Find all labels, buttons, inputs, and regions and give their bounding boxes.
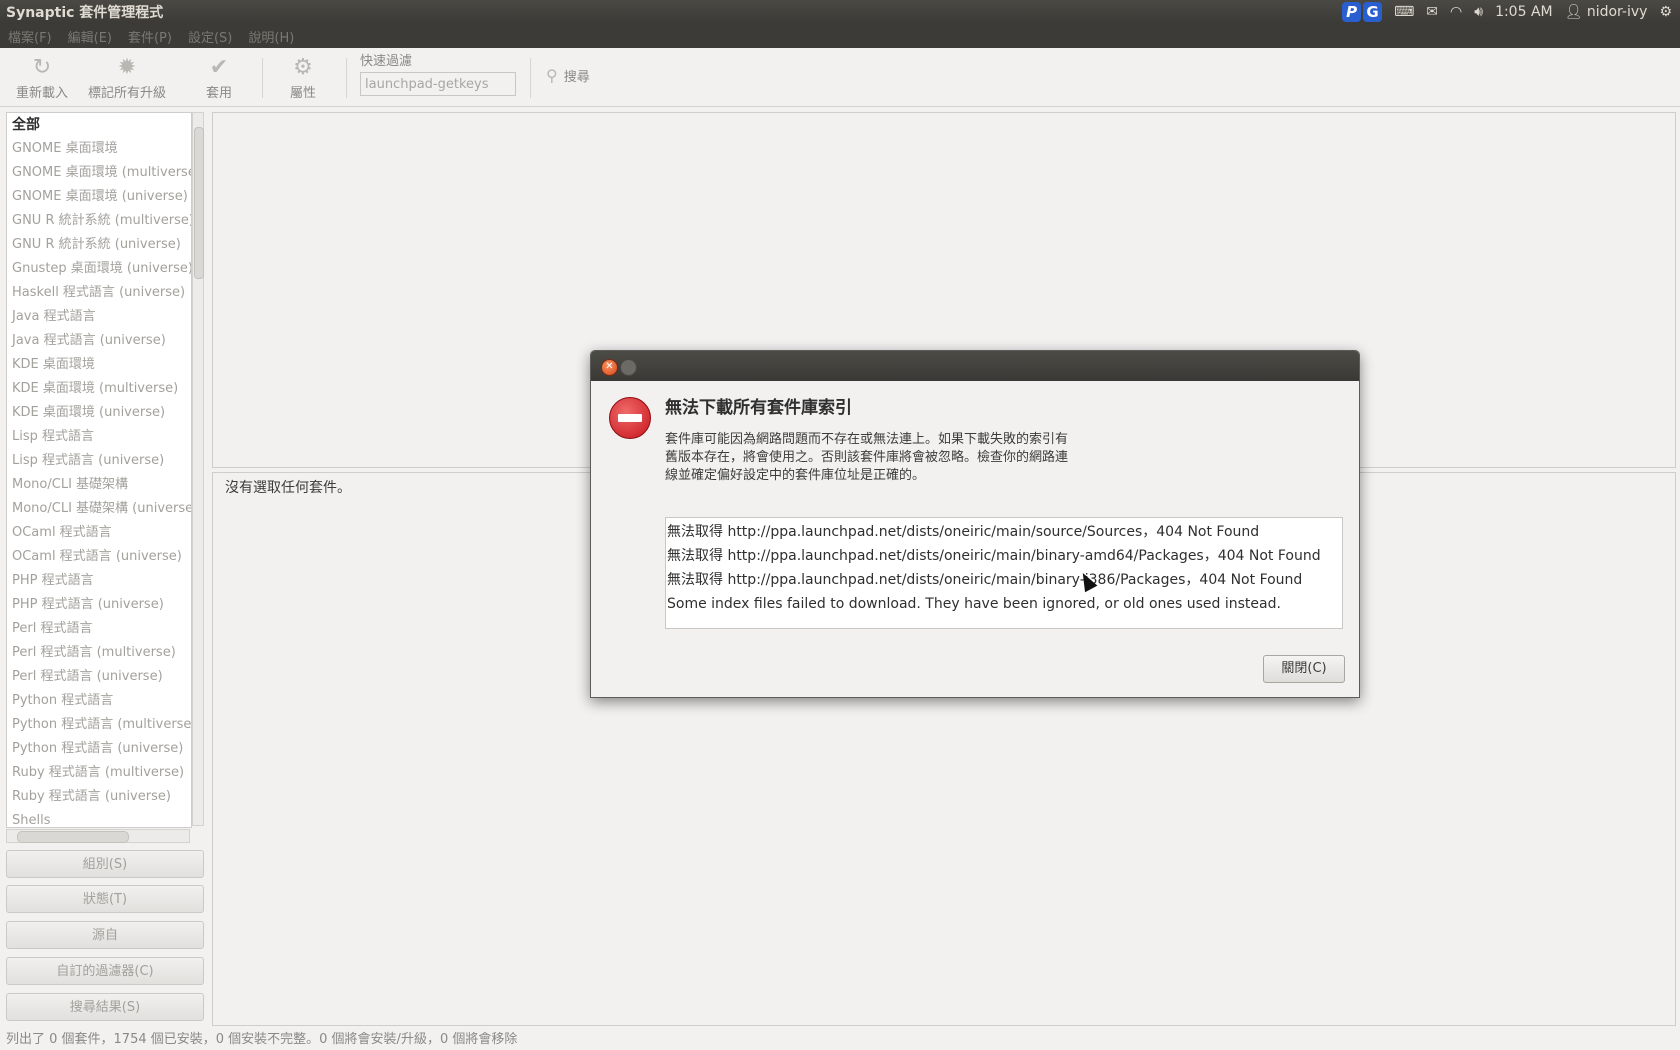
- category-item[interactable]: KDE 桌面環境 (universe): [7, 401, 191, 425]
- category-item[interactable]: Haskell 程式語言 (universe): [7, 281, 191, 305]
- menubar: 檔案(F) 編輯(E) 套件(P) 設定(S) 說明(H): [0, 24, 1680, 48]
- category-item[interactable]: OCaml 程式語言 (universe): [7, 545, 191, 569]
- indicator-p-icon[interactable]: P: [1342, 2, 1362, 22]
- apply-button[interactable]: ✔ 套用: [206, 54, 232, 101]
- indicator-g-icon[interactable]: G: [1363, 2, 1383, 22]
- search-button[interactable]: ⚲ 搜尋: [546, 66, 590, 85]
- window-close-icon[interactable]: ✕: [601, 359, 618, 376]
- properties-label: 屬性: [290, 86, 317, 101]
- category-list[interactable]: 全部 GNOME 桌面環境 GNOME 桌面環境 (multiverse) GNOME…: [6, 112, 192, 828]
- gear-icon[interactable]: ⚙: [1659, 4, 1672, 20]
- error-icon: [609, 397, 651, 439]
- category-item-all[interactable]: 全部: [7, 113, 191, 137]
- search-icon: ⚲: [546, 66, 558, 85]
- error-details-box[interactable]: 無法取得 http://ppa.launchpad.net/dists/onei…: [665, 517, 1343, 629]
- error-detail-line: 無法取得 http://ppa.launchpad.net/dists/onei…: [667, 548, 1321, 564]
- category-item[interactable]: GNOME 桌面環境 (universe): [7, 185, 191, 209]
- category-item[interactable]: PHP 程式語言: [7, 569, 191, 593]
- category-item[interactable]: Ruby 程式語言 (universe): [7, 785, 191, 809]
- dialog-titlebar[interactable]: ✕: [591, 351, 1359, 381]
- category-item[interactable]: Mono/CLI 基礎架構 (universe): [7, 497, 191, 521]
- wifi-icon[interactable]: ◠: [1450, 4, 1462, 20]
- error-dialog: ✕ 無法下載所有套件庫索引 套件庫可能因為網路問題而不存在或無法連上。如果下載失…: [590, 350, 1360, 698]
- category-item[interactable]: Perl 程式語言: [7, 617, 191, 641]
- volume-icon[interactable]: 🔊︎: [1474, 4, 1483, 20]
- user-name: nidor-ivy: [1586, 4, 1648, 20]
- groups-button[interactable]: 組別(S): [6, 850, 204, 878]
- error-detail-line: Some index files failed to download. The…: [667, 596, 1281, 612]
- category-item[interactable]: Lisp 程式語言 (universe): [7, 449, 191, 473]
- checkmark-icon: ✔: [209, 55, 229, 80]
- toolbar-separator: [262, 58, 263, 98]
- scrollbar-thumb[interactable]: [194, 127, 204, 279]
- menu-settings[interactable]: 設定(S): [180, 27, 240, 46]
- user-icon: 👤︎: [1564, 4, 1583, 20]
- reload-button[interactable]: ↻ 重新載入: [16, 54, 68, 101]
- toolbar: ↻ 重新載入 ✹ 標記所有升級 ✔ 套用 ⚙ 屬性 快速過濾 ⚲ 搜尋: [0, 48, 1680, 107]
- category-item[interactable]: Python 程式語言 (multiverse): [7, 713, 191, 737]
- dialog-heading: 無法下載所有套件庫索引: [665, 398, 852, 418]
- apply-label: 套用: [206, 86, 233, 101]
- category-item[interactable]: Python 程式語言: [7, 689, 191, 713]
- category-item[interactable]: Python 程式語言 (universe): [7, 737, 191, 761]
- category-item[interactable]: Perl 程式語言 (universe): [7, 665, 191, 689]
- no-package-selected-text: 沒有選取任何套件。: [225, 480, 351, 496]
- reload-icon: ↻: [32, 55, 52, 80]
- category-horizontal-scrollbar[interactable]: [6, 829, 190, 843]
- category-item[interactable]: Gnustep 桌面環境 (universe): [7, 257, 191, 281]
- quick-filter-label: 快速過濾: [360, 54, 413, 69]
- menu-file[interactable]: 檔案(F): [0, 27, 60, 46]
- clock[interactable]: 1:05 AM: [1495, 4, 1553, 20]
- search-results-button[interactable]: 搜尋結果(S): [6, 993, 204, 1021]
- app-title: Synaptic 套件管理程式: [6, 5, 164, 21]
- category-item[interactable]: KDE 桌面環境: [7, 353, 191, 377]
- properties-icon: ⚙: [293, 55, 313, 80]
- mark-all-upgrades-button[interactable]: ✹ 標記所有升級: [88, 54, 166, 101]
- category-item[interactable]: Lisp 程式語言: [7, 425, 191, 449]
- category-item[interactable]: Ruby 程式語言 (multiverse): [7, 761, 191, 785]
- category-item[interactable]: Shells: [7, 809, 191, 827]
- window-maximize-icon[interactable]: [620, 359, 637, 376]
- status-button[interactable]: 狀態(T): [6, 885, 204, 913]
- toolbar-separator: [530, 58, 531, 98]
- menu-edit[interactable]: 編輯(E): [60, 27, 120, 46]
- mail-icon[interactable]: ✉: [1426, 4, 1438, 20]
- custom-filters-button[interactable]: 自訂的過濾器(C): [6, 957, 204, 985]
- scrollbar-thumb[interactable]: [17, 831, 129, 843]
- error-detail-line: 無法取得 http://ppa.launchpad.net/dists/onei…: [667, 524, 1260, 540]
- origin-button[interactable]: 源自: [6, 921, 204, 949]
- indicator-area: P G ⌨ ✉ ◠ 🔊︎ 1:05 AM 👤︎ nidor-ivy ⚙: [1342, 2, 1680, 22]
- keyboard-icon[interactable]: ⌨: [1394, 4, 1414, 20]
- menu-package[interactable]: 套件(P): [120, 27, 180, 46]
- search-label: 搜尋: [563, 70, 590, 85]
- mark-all-label: 標記所有升級: [88, 86, 167, 101]
- dialog-message: 套件庫可能因為網路問題而不存在或無法連上。如果下載失敗的索引有舊版本存在，將會使…: [665, 432, 1069, 483]
- category-item[interactable]: PHP 程式語言 (universe): [7, 593, 191, 617]
- top-panel: Synaptic 套件管理程式 P G ⌨ ✉ ◠ 🔊︎ 1:05 AM 👤︎ …: [0, 0, 1680, 24]
- category-item[interactable]: GNOME 桌面環境 (multiverse): [7, 161, 191, 185]
- mark-upgrades-icon: ✹: [117, 55, 137, 80]
- category-item[interactable]: GNU R 統計系統 (universe): [7, 233, 191, 257]
- close-button[interactable]: 關閉(C): [1263, 655, 1345, 683]
- menu-help[interactable]: 說明(H): [240, 27, 302, 46]
- status-bar: 列出了 0 個套件，1754 個已安裝，0 個安裝不完整。0 個將會安裝/升級，…: [6, 1032, 518, 1047]
- category-item[interactable]: Perl 程式語言 (multiverse): [7, 641, 191, 665]
- category-item[interactable]: GNU R 統計系統 (multiverse): [7, 209, 191, 233]
- error-detail-line: 無法取得 http://ppa.launchpad.net/dists/onei…: [667, 572, 1303, 588]
- category-item[interactable]: KDE 桌面環境 (multiverse): [7, 377, 191, 401]
- category-item[interactable]: Mono/CLI 基礎架構: [7, 473, 191, 497]
- category-item[interactable]: Java 程式語言: [7, 305, 191, 329]
- reload-label: 重新載入: [16, 86, 69, 101]
- category-vertical-scrollbar[interactable]: [192, 112, 204, 826]
- user-menu[interactable]: 👤︎ nidor-ivy: [1565, 4, 1648, 20]
- category-item[interactable]: GNOME 桌面環境: [7, 137, 191, 161]
- properties-button[interactable]: ⚙ 屬性: [290, 54, 316, 101]
- quick-filter-input[interactable]: [360, 72, 516, 96]
- toolbar-separator: [346, 58, 347, 98]
- category-item[interactable]: OCaml 程式語言: [7, 521, 191, 545]
- category-item[interactable]: Java 程式語言 (universe): [7, 329, 191, 353]
